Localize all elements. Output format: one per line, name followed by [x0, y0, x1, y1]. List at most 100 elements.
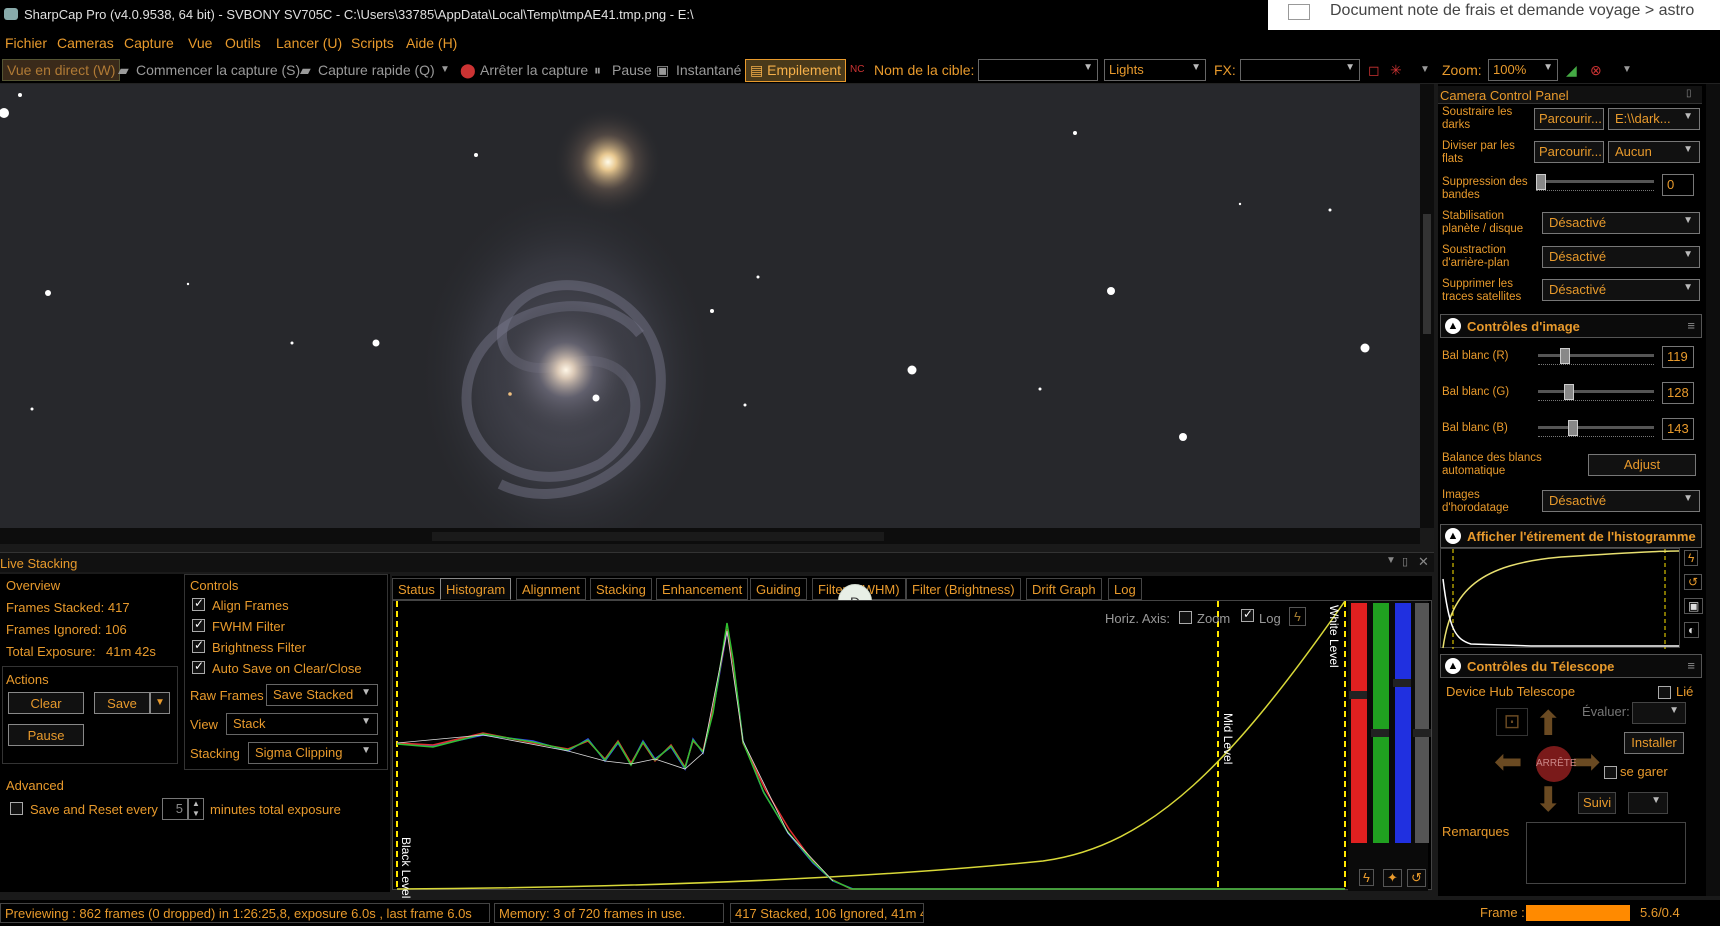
tab-status[interactable]: Status [392, 578, 441, 600]
collapse-icon[interactable]: ▲ [1445, 528, 1461, 544]
histogram-stretch-header[interactable]: ▲ Afficher l'étirement de l'histogramme [1440, 524, 1702, 548]
green-level-bar[interactable] [1373, 603, 1389, 843]
stop-slew-button[interactable]: ARRÊTE [1536, 746, 1577, 782]
remarks-textarea[interactable] [1526, 822, 1686, 884]
stop-capture-button[interactable]: Arrêter la capture [480, 62, 588, 78]
fwhm-filter-checkbox[interactable] [192, 617, 205, 632]
target-icon[interactable]: ⊡ [1496, 708, 1528, 736]
slider-knob[interactable] [1564, 384, 1574, 400]
menu-capture[interactable]: Capture [124, 35, 174, 51]
menu-aide[interactable]: Aide (H) [406, 35, 457, 51]
banding-slider[interactable] [1536, 172, 1654, 194]
stacking-button[interactable]: ▤ Empilement [745, 59, 847, 82]
histogram-chart[interactable] [393, 601, 1433, 891]
right-panel-scrollbar[interactable] [1706, 84, 1720, 896]
scroll-thumb[interactable] [1423, 214, 1431, 334]
star-icon[interactable]: ✦ [1383, 869, 1402, 887]
wb-blue-input[interactable]: 143 [1662, 418, 1694, 440]
level-slider-handle[interactable] [1371, 729, 1389, 737]
track-button[interactable]: Suivi [1578, 792, 1616, 814]
tab-drift-graph[interactable]: Drift Graph [1026, 578, 1102, 600]
stretch-graph[interactable] [1440, 548, 1680, 649]
arrow-down-icon[interactable]: ⬇ [1534, 780, 1563, 820]
slider-knob[interactable] [1568, 420, 1578, 436]
save-icon[interactable]: ▣ [1684, 598, 1704, 614]
wb-green-input[interactable]: 128 [1662, 382, 1694, 404]
menu-scripts[interactable]: Scripts [351, 35, 394, 51]
red-level-bar[interactable] [1351, 603, 1367, 843]
tab-enhancement[interactable]: Enhancement [656, 578, 749, 600]
timestamp-select[interactable]: Désactivé ▼ [1542, 490, 1700, 512]
lightning-icon[interactable]: ϟ [1289, 607, 1306, 626]
reset-icon[interactable]: ↺ [1407, 869, 1426, 887]
wb-blue-slider[interactable] [1538, 418, 1654, 440]
pin-icon[interactable]: ▯ [1402, 555, 1408, 568]
brightness-filter-checkbox[interactable] [192, 638, 205, 653]
tab-stacking[interactable]: Stacking [590, 578, 652, 600]
menu-cameras[interactable]: Cameras [57, 35, 114, 51]
save-reset-checkbox[interactable] [10, 802, 23, 815]
overlay-document-window[interactable]: Document note de frais et demande voyage… [1268, 0, 1720, 30]
pause-button[interactable]: Pause [612, 62, 652, 78]
track-rate-select[interactable]: ▼ [1628, 792, 1668, 814]
view-select[interactable]: Stack ▼ [226, 713, 378, 735]
evaluate-select[interactable]: ▼ [1632, 702, 1686, 724]
flats-browse-button[interactable]: Parcourir... [1534, 141, 1604, 163]
park-checkbox[interactable] [1604, 766, 1617, 779]
darks-browse-button[interactable]: Parcourir... [1534, 108, 1604, 130]
tab-guiding[interactable]: Guiding [750, 578, 807, 600]
save-button[interactable]: Save [94, 692, 150, 714]
blue-level-bar[interactable] [1395, 603, 1411, 843]
chevron-down-icon[interactable]: ▼ [1420, 64, 1430, 75]
log-checkbox[interactable] [1241, 607, 1254, 622]
auto-save-checkbox[interactable] [192, 659, 205, 674]
lightning-icon[interactable]: ϟ [1684, 550, 1699, 566]
menu-lancer[interactable]: Lancer (U) [276, 35, 342, 51]
snapshot-button[interactable]: Instantané [676, 62, 741, 78]
lightning-icon[interactable]: ϟ [1359, 869, 1374, 886]
start-capture-button[interactable]: Commencer la capture (S) [136, 62, 300, 78]
fx-select[interactable]: ▼ [1240, 59, 1360, 81]
crosshair-icon[interactable]: ✳ [1390, 62, 1402, 79]
reset-minutes-input[interactable]: 5 [162, 798, 188, 820]
adjust-button[interactable]: Adjust [1588, 454, 1696, 476]
menu-fichier[interactable]: Fichier [5, 35, 47, 51]
linked-checkbox[interactable] [1658, 686, 1671, 699]
contrast-icon[interactable]: ◐ [1684, 622, 1700, 638]
focus-icon[interactable]: ⊗ [1590, 62, 1602, 79]
image-controls-header[interactable]: ▲ Contrôles d'image ≡ [1440, 314, 1702, 338]
reticle-icon[interactable]: ◻ [1368, 62, 1380, 79]
scroll-thumb[interactable] [432, 532, 884, 541]
satellite-trails-select[interactable]: Désactivé ▼ [1542, 279, 1700, 301]
menu-outils[interactable]: Outils [225, 35, 261, 51]
frame-type-select[interactable]: Lights ▼ [1104, 59, 1206, 81]
preview-vertical-scrollbar[interactable] [1420, 84, 1434, 528]
banding-input[interactable]: 0 [1662, 174, 1694, 196]
wb-red-input[interactable]: 119 [1662, 346, 1694, 368]
zoom-checkbox[interactable] [1179, 611, 1192, 624]
close-icon[interactable]: ✕ [1418, 554, 1429, 570]
chevron-down-icon[interactable]: ▼ [1622, 64, 1632, 75]
chevron-down-icon[interactable]: ▼ [440, 64, 450, 75]
menu-icon[interactable]: ≡ [1687, 318, 1695, 333]
slider-knob[interactable] [1536, 174, 1546, 190]
tab-log[interactable]: Log [1108, 578, 1142, 600]
save-options-chevron-icon[interactable]: ▼ [150, 692, 170, 714]
tab-histogram[interactable]: Histogram [440, 578, 512, 600]
quick-capture-button[interactable]: Capture rapide (Q) [318, 62, 435, 78]
stacking-select[interactable]: Sigma Clipping ▼ [248, 742, 378, 764]
stabilisation-select[interactable]: Désactivé ▼ [1542, 212, 1700, 234]
telescope-controls-header[interactable]: ▲ Contrôles du Télescope ≡ [1440, 654, 1702, 678]
collapse-icon[interactable]: ▲ [1445, 318, 1461, 334]
preview-horizontal-scrollbar[interactable] [0, 528, 1420, 544]
histogram-icon[interactable]: ◢ [1566, 62, 1577, 79]
clear-button[interactable]: Clear [8, 692, 84, 714]
chevron-down-icon[interactable]: ▼ [1386, 555, 1396, 566]
level-slider-handle[interactable] [1349, 691, 1367, 699]
zoom-select[interactable]: 100% ▼ [1488, 59, 1558, 81]
luminance-level-bar[interactable] [1415, 603, 1429, 843]
wb-red-slider[interactable] [1538, 346, 1654, 368]
menu-vue[interactable]: Vue [188, 35, 212, 51]
live-view-button[interactable]: Vue en direct (W) [2, 59, 121, 81]
flats-select[interactable]: Aucun ▼ [1608, 141, 1700, 163]
